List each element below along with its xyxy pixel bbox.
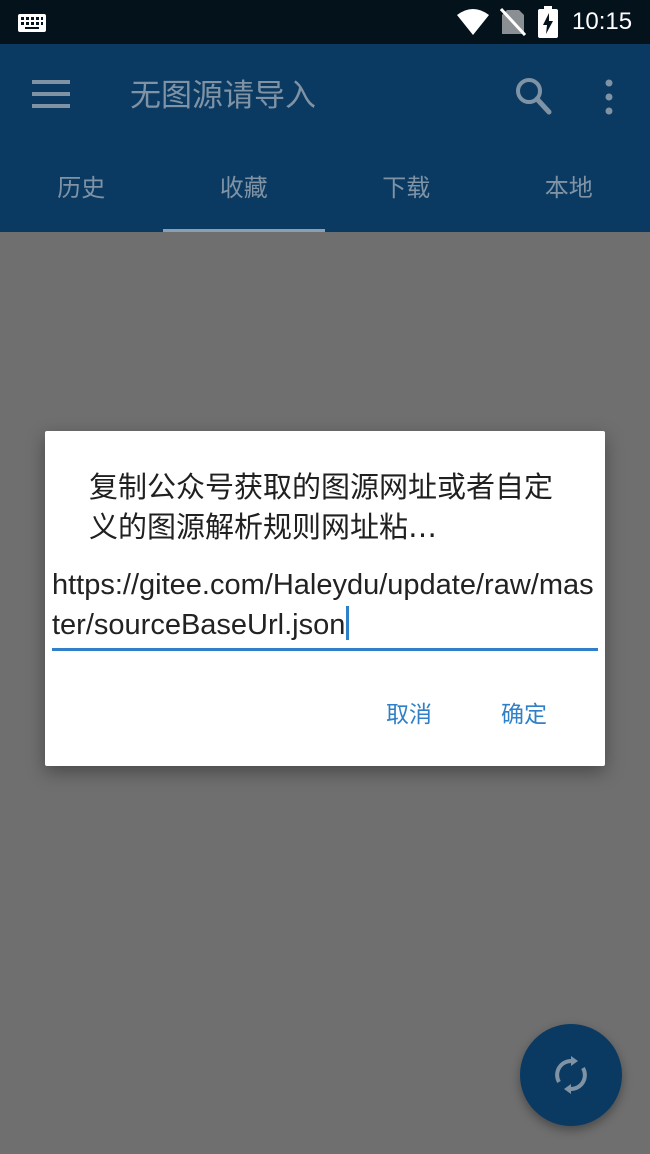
tab-local[interactable]: 本地 [488, 145, 650, 232]
search-icon[interactable] [514, 76, 552, 116]
keyboard-icon [18, 14, 46, 32]
tab-downloads[interactable]: 下载 [325, 145, 488, 232]
more-vert-icon[interactable] [598, 78, 620, 116]
no-sim-icon [500, 8, 526, 36]
text-caret [346, 606, 350, 640]
import-source-dialog: 复制公众号获取的图源网址或者自定义的图源解析规则网址粘… https://git… [45, 431, 605, 766]
app-bar: 无图源请导入 历史 收藏 下载 本地 [0, 44, 650, 232]
cancel-button[interactable]: 取消 [378, 695, 440, 735]
dialog-message: 复制公众号获取的图源网址或者自定义的图源解析规则网址粘… [89, 470, 554, 544]
sync-icon [555, 1056, 587, 1094]
refresh-fab[interactable] [520, 1024, 622, 1126]
menu-icon[interactable] [32, 80, 70, 108]
tab-bar: 历史 收藏 下载 本地 [0, 145, 650, 232]
page-title: 无图源请导入 [130, 78, 316, 114]
battery-charging-icon [538, 6, 558, 38]
wifi-icon [457, 9, 489, 35]
tab-history[interactable]: 历史 [0, 145, 163, 232]
tab-favorites[interactable]: 收藏 [162, 145, 326, 232]
source-url-value: https://gitee.com/Haleydu/update/raw/mas… [52, 569, 594, 641]
source-url-input[interactable]: https://gitee.com/Haleydu/update/raw/mas… [52, 565, 598, 649]
status-bar: 10:15 [0, 0, 650, 44]
confirm-button[interactable]: 确定 [493, 695, 555, 735]
input-underline [52, 648, 598, 651]
clock: 10:15 [572, 8, 633, 35]
